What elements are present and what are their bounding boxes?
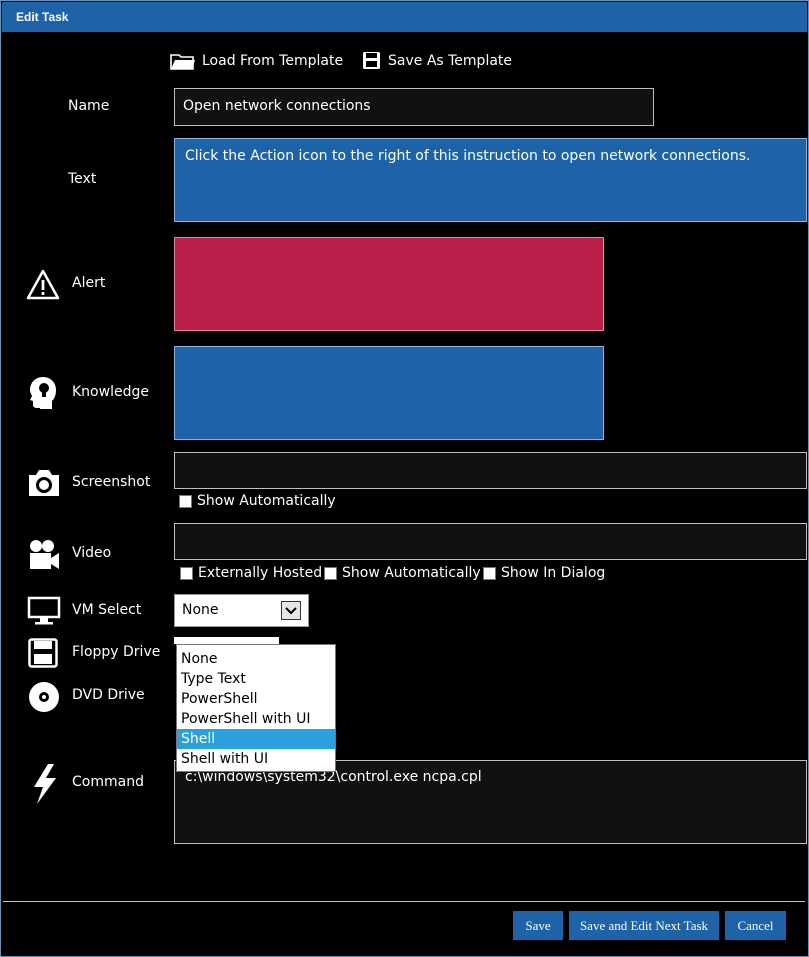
floppy-drive-label: Floppy Drive [72,644,161,660]
externally-hosted-checkbox[interactable]: Externally Hosted [180,565,322,581]
lightning-bolt-icon [34,764,56,804]
floppy-disk-icon [28,638,58,668]
monitor-icon [27,596,61,625]
checkbox-box [180,566,193,580]
command-label: Command [72,774,144,790]
show-in-dialog-checkbox[interactable]: Show In Dialog [483,565,605,581]
window-title: Edit Task [2,2,807,32]
load-from-template-label: Load From Template [202,53,344,69]
text-label: Text [68,171,97,187]
text-field[interactable]: Click the Action icon to the right of th… [174,138,807,222]
knowledge-label: Knowledge [72,384,149,400]
checkbox-label: Externally Hosted [198,565,323,581]
alert-label: Alert [72,275,106,291]
screenshot-show-automatically-checkbox[interactable]: Show Automatically [179,493,336,509]
save-as-template-label: Save As Template [388,53,513,69]
knowledge-head-icon [30,377,56,409]
vm-select-dropdown[interactable]: None [174,594,309,627]
name-input[interactable]: Open network connections [174,88,654,126]
save-and-edit-next-button[interactable]: Save and Edit Next Task [569,911,719,940]
cancel-button[interactable]: Cancel [725,911,786,940]
screenshot-label: Screenshot [72,474,151,490]
disc-icon [29,682,59,712]
footer-divider [3,901,805,902]
checkbox-label: Show Automatically [342,565,481,581]
checkbox-label: Show Automatically [197,493,336,509]
save-icon [363,52,380,69]
alert-field[interactable] [174,237,604,331]
action-type-dropdown-list[interactable]: None Type Text PowerShell PowerShell wit… [176,644,336,772]
dropdown-option-shell-with-ui[interactable]: Shell with UI [177,749,335,769]
save-as-template-button[interactable]: Save As Template [362,48,512,74]
checkbox-box [324,566,337,580]
save-button[interactable]: Save [513,911,563,940]
video-camera-icon [30,540,59,569]
knowledge-field[interactable] [174,346,604,440]
video-label: Video [72,545,112,561]
checkbox-box [483,566,496,580]
command-field[interactable]: c:\windows\system32\control.exe ncpa.cpl [174,760,807,844]
floppy-drive-select[interactable] [174,637,279,644]
dropdown-option-powershell-with-ui[interactable]: PowerShell with UI [177,709,335,729]
video-field[interactable] [174,523,807,560]
vm-select-label: VM Select [72,602,142,618]
dropdown-option-type-text[interactable]: Type Text [177,669,335,689]
name-label: Name [68,98,110,114]
checkbox-box [179,494,192,508]
chevron-down-icon[interactable] [281,601,301,620]
checkbox-label: Show In Dialog [501,565,606,581]
folder-icon [170,54,195,70]
vm-select-value: None [182,602,219,618]
dvd-drive-label: DVD Drive [72,687,145,703]
dropdown-option-none[interactable]: None [177,649,335,669]
video-show-automatically-checkbox[interactable]: Show Automatically [324,565,481,581]
warning-icon [26,269,60,300]
dropdown-option-powershell[interactable]: PowerShell [177,689,335,709]
camera-icon [29,470,59,496]
screenshot-field[interactable] [174,452,807,489]
dropdown-option-shell[interactable]: Shell [177,729,335,749]
load-from-template-button[interactable]: Load From Template [170,48,343,74]
